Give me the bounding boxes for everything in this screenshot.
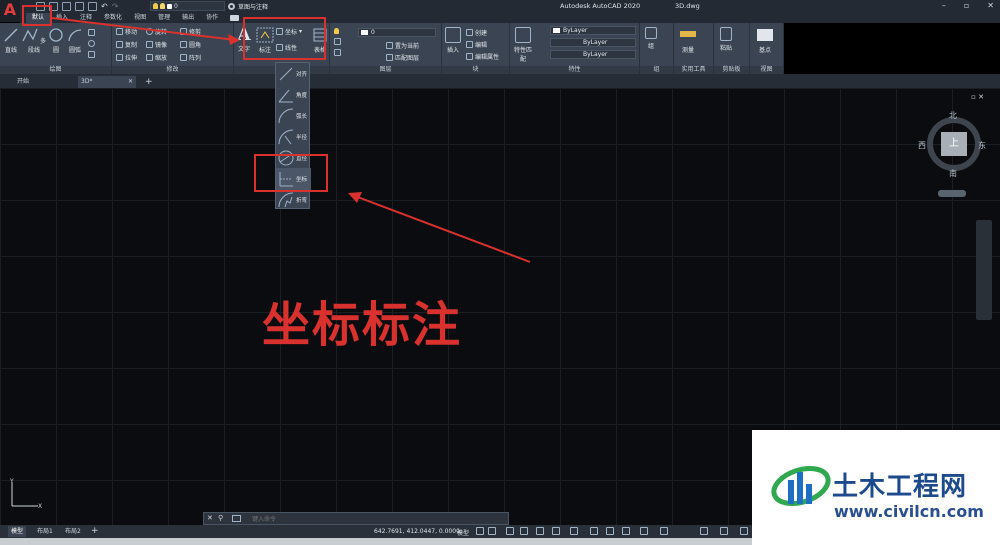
command-history-icon[interactable] (232, 515, 241, 522)
navigation-bar[interactable] (976, 220, 992, 320)
wcs-menu-button[interactable] (938, 190, 966, 197)
coordinate-readout: 642.7691, 412.0447, 0.0000 (374, 528, 460, 535)
layout-tab-2[interactable]: 布局2 (62, 526, 84, 537)
watermark-logo (771, 465, 831, 507)
add-layout-icon[interactable]: + (91, 526, 99, 536)
3d-osnap-icon[interactable] (640, 527, 648, 535)
units-icon[interactable] (720, 527, 728, 535)
annotation-title: 坐标标注 (262, 297, 463, 353)
otrack-icon[interactable] (570, 527, 578, 535)
viewcube-west[interactable]: 西 (918, 140, 926, 151)
snap-icon[interactable] (488, 527, 496, 535)
viewcube-top-face[interactable]: 上 (941, 132, 967, 156)
isodraft-icon[interactable] (536, 527, 544, 535)
command-settings-icon[interactable]: ⚲ (218, 514, 223, 522)
layout-tab-model[interactable]: 模型 (8, 526, 27, 537)
viewcube-north[interactable]: 北 (949, 110, 957, 121)
customize-icon[interactable] (740, 527, 748, 535)
watermark-url: www.civilcn.com (834, 502, 984, 521)
transparency-icon[interactable] (606, 527, 614, 535)
ortho-icon[interactable] (506, 527, 514, 535)
watermark: 土木工程网 www.civilcn.com (752, 430, 1000, 545)
viewcube[interactable]: 北 南 西 东 上 (918, 110, 986, 179)
command-line: ✕ ⚲ (203, 512, 509, 525)
layout-tab-1[interactable]: 布局1 (34, 526, 56, 537)
viewcube-south[interactable]: 南 (949, 168, 957, 179)
viewcube-east[interactable]: 东 (978, 140, 986, 151)
polar-icon[interactable] (520, 527, 528, 535)
grid-icon[interactable] (476, 527, 484, 535)
command-input[interactable] (252, 515, 502, 523)
selection-cycling-icon[interactable] (622, 527, 630, 535)
workspace-status-icon[interactable] (700, 527, 708, 535)
lineweight-icon[interactable] (590, 527, 598, 535)
annotation-scale-icon[interactable] (660, 527, 668, 535)
osnap-icon[interactable] (552, 527, 560, 535)
model-space-toggle[interactable]: 模型 (457, 528, 469, 537)
watermark-site-name: 土木工程网 (832, 472, 968, 502)
command-close-icon[interactable]: ✕ (207, 514, 213, 522)
